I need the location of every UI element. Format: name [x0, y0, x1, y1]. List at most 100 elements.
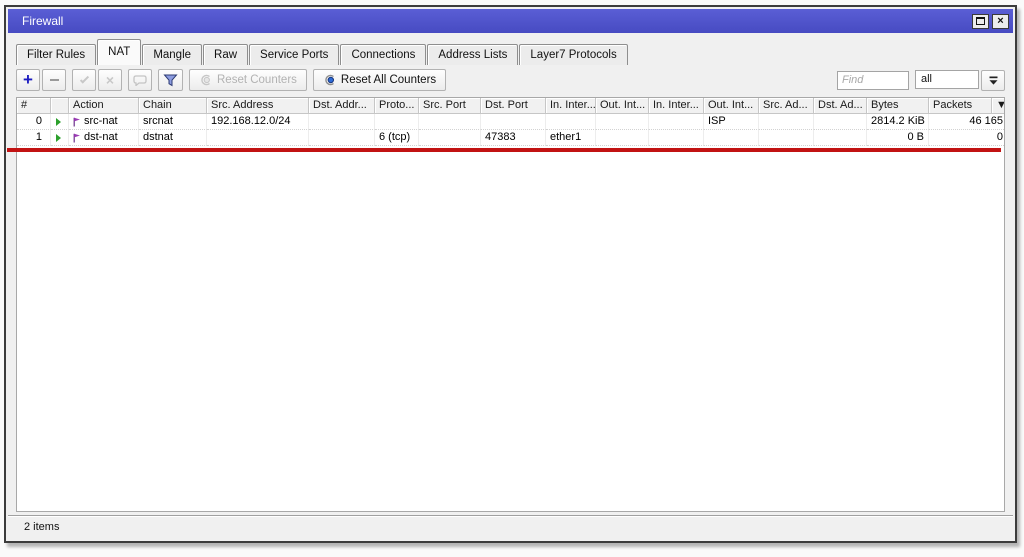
- window-content: Filter Rules NAT Mangle Raw Service Port…: [7, 33, 1013, 539]
- cell-out-interface: [596, 114, 649, 130]
- cell-dst-address: [309, 130, 375, 146]
- enable-disable-group: ×: [72, 69, 122, 91]
- col-packets[interactable]: Packets: [929, 98, 992, 114]
- x-icon: ×: [105, 72, 115, 88]
- scope-group: all: [915, 69, 1005, 91]
- col-dst-address[interactable]: Dst. Addr...: [309, 98, 375, 114]
- cell-in-interface: [546, 114, 596, 130]
- table-row-0[interactable]: 0 src-nat srcnat 192.168.12.0/24 ISP 281…: [17, 114, 1004, 130]
- cell-src-address: 192.168.12.0/24: [207, 114, 309, 130]
- reset-all-icon: [325, 74, 334, 86]
- funnel-icon: [163, 74, 178, 86]
- cell-action: dst-nat: [69, 130, 139, 146]
- column-selector-button[interactable]: ▼: [992, 98, 1004, 114]
- close-icon: ×: [997, 14, 1004, 27]
- col-src-address-list[interactable]: Src. Ad...: [759, 98, 814, 114]
- cell-src-address: [207, 130, 309, 146]
- cell-packets: 0: [929, 130, 1004, 146]
- remove-rule-button[interactable]: [42, 69, 66, 91]
- reset-icon: [201, 74, 210, 86]
- col-src-address[interactable]: Src. Address: [207, 98, 309, 114]
- cell-dst-address: [309, 114, 375, 130]
- cell-out-interface: [596, 130, 649, 146]
- dropdown-bar-arrow-icon: [989, 76, 997, 85]
- column-selector-icon: ▼: [996, 99, 1004, 111]
- action-label: src-nat: [84, 115, 118, 127]
- rules-table: # Action Chain Src. Address Dst. Addr...…: [16, 97, 1005, 512]
- add-remove-group: +: [16, 69, 66, 91]
- col-out-interface-list[interactable]: Out. Int...: [704, 98, 759, 114]
- scope-dropdown-button[interactable]: [981, 69, 1005, 91]
- cell-out-interface-list: ISP: [704, 114, 759, 130]
- cell-bytes: 0 B: [867, 130, 929, 146]
- tab-connections[interactable]: Connections: [340, 44, 427, 65]
- cell-protocol: [375, 114, 419, 130]
- reset-all-counters-button[interactable]: Reset All Counters: [312, 69, 447, 91]
- nat-action-flag-icon: [73, 117, 80, 126]
- filter-button[interactable]: [158, 69, 183, 91]
- cell-dst-address-list: [814, 114, 867, 130]
- title-bar[interactable]: Firewall ×: [8, 9, 1013, 33]
- cell-number: 0: [17, 114, 51, 130]
- close-button[interactable]: ×: [992, 13, 1009, 29]
- col-out-interface[interactable]: Out. Int...: [596, 98, 649, 114]
- nat-action-flag-icon: [73, 133, 80, 142]
- rules-table-area: # Action Chain Src. Address Dst. Addr...…: [7, 97, 1005, 512]
- cell-bytes: 2814.2 KiB: [867, 114, 929, 130]
- cell-dst-port: [481, 114, 546, 130]
- table-header-row: # Action Chain Src. Address Dst. Addr...…: [17, 98, 1004, 114]
- firewall-window: Firewall × Filter Rules NAT Mangle Raw S…: [4, 5, 1017, 543]
- col-dst-address-list[interactable]: Dst. Ad...: [814, 98, 867, 114]
- table-row-1[interactable]: 1 dst-nat dstnat 6 (tcp) 47383 ether1 0 …: [17, 130, 1004, 146]
- enable-rule-button[interactable]: [72, 69, 96, 91]
- disable-rule-button[interactable]: ×: [98, 69, 122, 91]
- cell-dst-address-list: [814, 130, 867, 146]
- col-dst-port[interactable]: Dst. Port: [481, 98, 546, 114]
- tab-nat[interactable]: NAT: [97, 39, 142, 65]
- comment-icon: [133, 74, 147, 86]
- tab-filter-rules[interactable]: Filter Rules: [16, 44, 97, 65]
- col-bytes[interactable]: Bytes: [867, 98, 929, 114]
- tab-address-lists[interactable]: Address Lists: [427, 44, 519, 65]
- plus-icon: +: [23, 69, 33, 89]
- toolbar: + × Reset Counters Reset All Counters Fi…: [16, 67, 1005, 93]
- red-highlight-annotation: [7, 148, 1001, 152]
- scope-select[interactable]: all: [915, 69, 979, 89]
- maximize-icon: [976, 17, 985, 25]
- find-input[interactable]: [837, 70, 909, 90]
- status-bar: 2 items: [8, 515, 1013, 539]
- tab-mangle[interactable]: Mangle: [142, 44, 203, 65]
- items-count: 2 items: [24, 521, 60, 533]
- cell-chain: srcnat: [139, 114, 207, 130]
- reset-all-counters-label: Reset All Counters: [340, 74, 437, 86]
- col-chain[interactable]: Chain: [139, 98, 207, 114]
- minus-icon: [49, 79, 59, 81]
- cell-in-interface-list: [649, 130, 704, 146]
- col-src-port[interactable]: Src. Port: [419, 98, 481, 114]
- comment-button[interactable]: [128, 69, 152, 91]
- cell-packets: 46 165: [929, 114, 1004, 130]
- cell-dst-port: 47383: [481, 130, 546, 146]
- cell-in-interface-list: [649, 114, 704, 130]
- cell-src-address-list: [759, 130, 814, 146]
- col-number[interactable]: #: [17, 98, 51, 114]
- col-in-interface-list[interactable]: In. Inter...: [649, 98, 704, 114]
- cell-src-address-list: [759, 114, 814, 130]
- reset-counters-button[interactable]: Reset Counters: [189, 69, 307, 91]
- scope-value: all: [921, 73, 933, 85]
- cell-in-interface: ether1: [546, 130, 596, 146]
- cell-src-port: [419, 114, 481, 130]
- cell-src-port: [419, 130, 481, 146]
- tab-bar: Filter Rules NAT Mangle Raw Service Port…: [16, 39, 1005, 65]
- cell-chain: dstnat: [139, 130, 207, 146]
- col-action[interactable]: Action: [69, 98, 139, 114]
- col-in-interface[interactable]: In. Inter...: [546, 98, 596, 114]
- col-protocol[interactable]: Proto...: [375, 98, 419, 114]
- add-rule-button[interactable]: +: [16, 69, 40, 91]
- check-icon: [79, 73, 89, 84]
- tab-layer7-protocols[interactable]: Layer7 Protocols: [519, 44, 628, 65]
- maximize-button[interactable]: [972, 13, 989, 29]
- tab-service-ports[interactable]: Service Ports: [249, 44, 340, 65]
- tab-raw[interactable]: Raw: [203, 44, 249, 65]
- col-icon[interactable]: [51, 98, 69, 114]
